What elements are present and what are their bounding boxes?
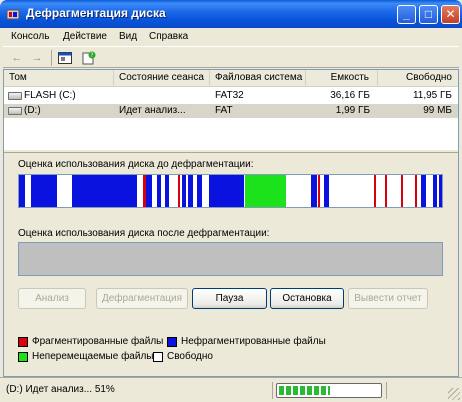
pause-button[interactable]: Пауза [192, 288, 267, 309]
volume-list-header: Том Состояние сеанса Файловая система Ем… [4, 70, 458, 87]
contiguous-block [433, 175, 437, 207]
console-view-icon[interactable] [57, 50, 73, 66]
stop-button[interactable]: Остановка [270, 288, 344, 309]
menu-action[interactable]: Действие [63, 31, 107, 42]
analysis-pane: Оценка использования диска до дефрагмент… [4, 153, 458, 376]
window-title: Дефрагментация диска [26, 6, 166, 20]
fragmented-block [318, 175, 320, 207]
analyze-button[interactable]: Анализ [18, 288, 86, 309]
contiguous-block [311, 175, 317, 207]
legend-fragmented-label: Фрагментированные файлы [32, 336, 164, 347]
volume-name: FLASH (C:) [24, 90, 76, 101]
toolbar: ← → ? [3, 46, 459, 68]
contiguous-block [72, 175, 137, 207]
contiguous-block [31, 175, 57, 207]
legend-contiguous-swatch [167, 337, 177, 347]
legend-fragmented-swatch [18, 337, 28, 347]
contiguous-block [439, 175, 442, 207]
progress-fill [279, 386, 330, 395]
unmovable-block [245, 175, 286, 207]
after-defrag-map [18, 242, 443, 276]
volume-name: (D:) [24, 105, 41, 116]
volume-capacity: 1,99 ГБ [335, 105, 370, 116]
back-arrow-icon[interactable]: ← [9, 50, 25, 66]
column-free-space[interactable]: Свободно [378, 70, 458, 87]
before-defrag-map [18, 174, 443, 208]
legend-contiguous-label: Нефрагментированные файлы [181, 336, 326, 347]
legend-unmovable-swatch [18, 352, 28, 362]
svg-text:?: ? [90, 52, 93, 59]
close-button[interactable]: ✕ [441, 5, 460, 24]
analysis-progress-bar [276, 383, 382, 398]
fragmented-block [415, 175, 417, 207]
title-bar[interactable]: Дефрагментация диска _ □ ✕ [0, 0, 462, 28]
column-file-system[interactable]: Файловая система [210, 70, 306, 87]
status-text: (D:) Идет анализ... 51% [6, 384, 115, 395]
status-bar: (D:) Идет анализ... 51% [0, 377, 462, 402]
column-session-status[interactable]: Состояние сеанса [114, 70, 210, 87]
defragment-button[interactable]: Дефрагментация [96, 288, 188, 309]
toolbar-separator [51, 50, 52, 66]
volume-row-selected[interactable]: (D:) Идет анализ... FAT 1,99 ГБ 99 МБ [4, 104, 458, 118]
contiguous-block [182, 175, 186, 207]
view-report-button[interactable]: Вывести отчет [348, 288, 428, 309]
fragmented-block [178, 175, 180, 207]
minimize-button[interactable]: _ [397, 5, 416, 24]
contiguous-block [197, 175, 202, 207]
contiguous-block [188, 175, 193, 207]
defrag-app-icon [6, 9, 20, 20]
volume-fs: FAT [215, 105, 233, 116]
contiguous-block [324, 175, 329, 207]
volume-free: 99 МБ [423, 105, 452, 116]
contiguous-block [146, 175, 152, 207]
legend-unmovable-label: Неперемещаемые файлы [32, 351, 154, 362]
contiguous-block [209, 175, 244, 207]
drive-icon [8, 92, 22, 100]
after-map-label: Оценка использования диска после дефрагм… [18, 228, 270, 239]
contiguous-block [165, 175, 169, 207]
forward-arrow-icon[interactable]: → [29, 50, 45, 66]
fragmented-block [385, 175, 387, 207]
drive-icon [8, 107, 22, 115]
column-capacity[interactable]: Емкость [306, 70, 378, 87]
volume-status: Идет анализ... [119, 105, 186, 116]
contiguous-block [19, 175, 25, 207]
volume-free: 11,95 ГБ [412, 90, 452, 101]
before-map-label: Оценка использования диска до дефрагмент… [18, 159, 254, 170]
contiguous-block [157, 175, 161, 207]
fragmented-block [401, 175, 403, 207]
volume-row[interactable]: FLASH (C:) FAT32 36,16 ГБ 11,95 ГБ [4, 89, 458, 103]
volume-capacity: 36,16 ГБ [330, 90, 370, 101]
status-separator [272, 382, 273, 399]
maximize-button[interactable]: □ [419, 5, 438, 24]
contiguous-block [421, 175, 426, 207]
column-volume[interactable]: Том [4, 70, 114, 87]
resize-grip[interactable] [448, 388, 460, 400]
main-panel: Том Состояние сеанса Файловая система Ем… [3, 69, 459, 377]
volume-fs: FAT32 [215, 90, 244, 101]
fragmented-block [374, 175, 376, 207]
status-separator [386, 382, 387, 399]
legend-free-label: Свободно [167, 351, 213, 362]
menu-console[interactable]: Консоль [11, 31, 49, 42]
menu-help[interactable]: Справка [149, 31, 188, 42]
legend-free-swatch [153, 352, 163, 362]
menu-view[interactable]: Вид [119, 31, 137, 42]
menu-bar: Консоль Действие Вид Справка [3, 28, 459, 46]
help-icon[interactable]: ? [81, 50, 97, 66]
